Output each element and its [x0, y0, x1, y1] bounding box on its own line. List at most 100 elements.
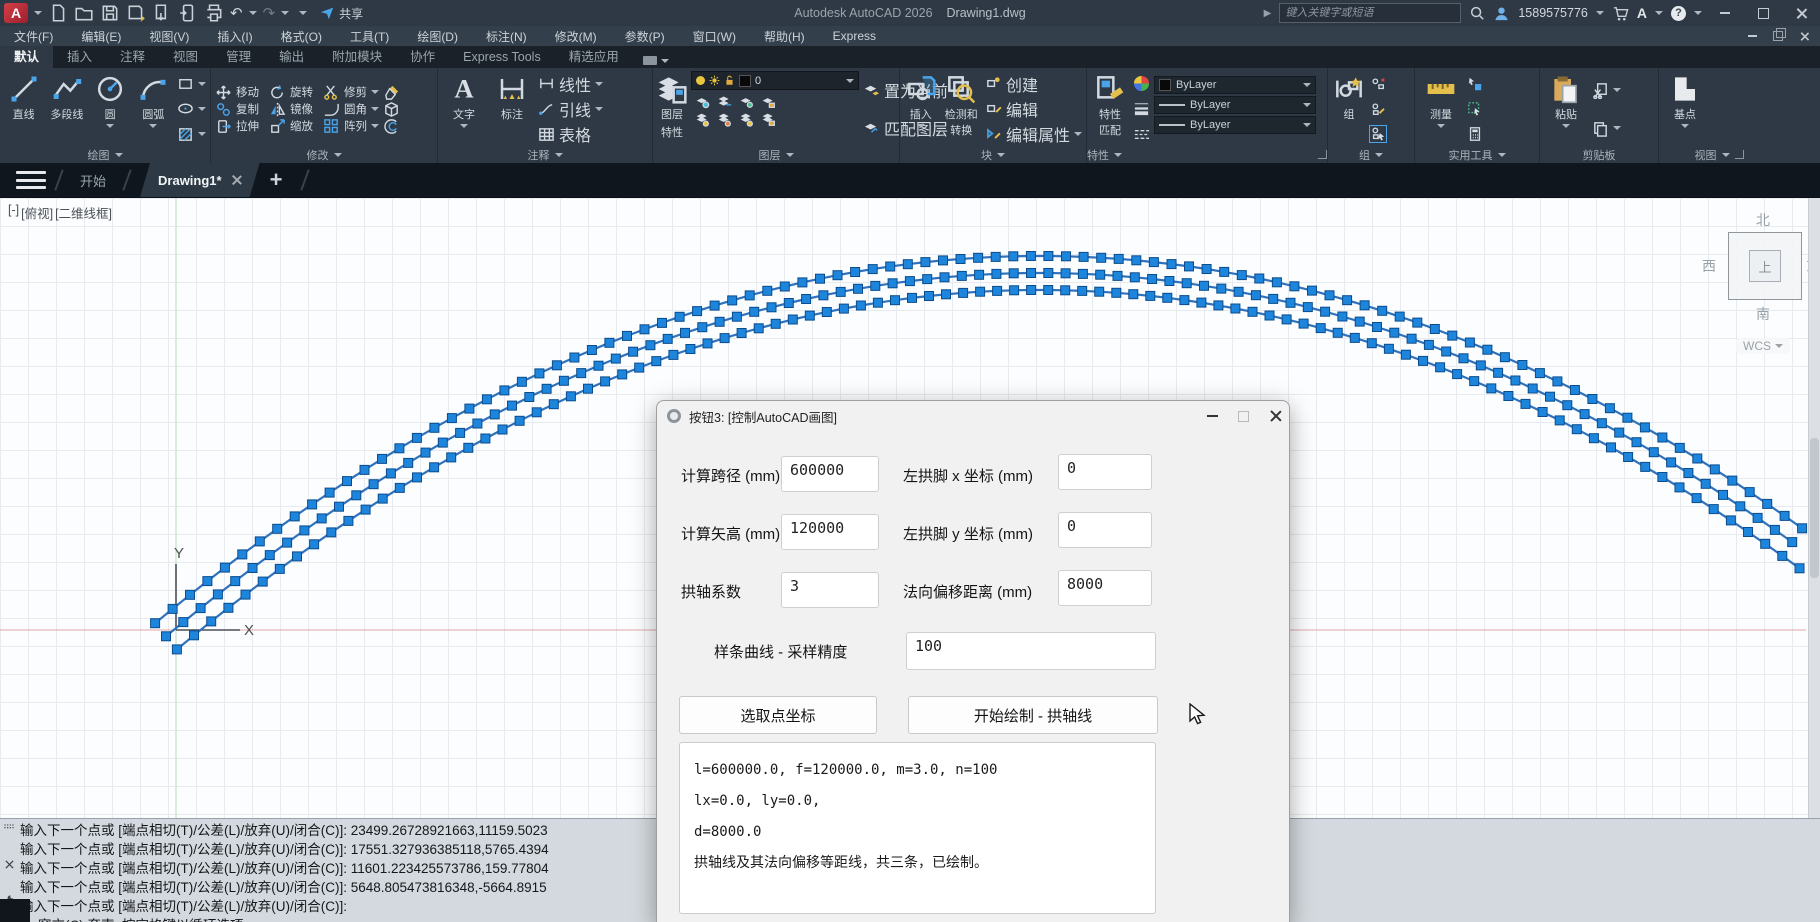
mobile-app-button[interactable] [178, 3, 198, 23]
ribbon-tab[interactable]: 精选应用 [555, 46, 633, 68]
tab-drawing1[interactable]: Drawing1* [140, 163, 260, 197]
wcs-menu[interactable]: WCS [1736, 338, 1790, 354]
copy-clip-button[interactable] [1592, 120, 1621, 137]
measure-caret-icon[interactable] [1437, 124, 1445, 128]
dialog-title-bar[interactable]: 按钮3: [控制AutoCAD画图] [657, 401, 1289, 431]
doc-minimize-button[interactable] [1748, 35, 1757, 37]
block-edit-attrs-button[interactable]: 编辑属性 [985, 122, 1082, 146]
arch-draw-dialog[interactable]: 按钮3: [控制AutoCAD画图] 计算跨径 (mm) 600000 左拱脚 … [656, 400, 1290, 922]
doc-restore-button[interactable] [1773, 31, 1783, 41]
menu-item[interactable]: 标注(N) [472, 26, 541, 46]
check-convert-button[interactable]: 检测和转换 [941, 71, 981, 147]
undo-button[interactable]: ↶ [230, 6, 243, 21]
copy-button[interactable]: 复制 [215, 101, 259, 118]
layer-thaw-button[interactable] [717, 112, 732, 127]
tab-close-icon[interactable] [232, 175, 242, 185]
dialog-output-log[interactable]: l=600000.0, f=120000.0, m=3.0, n=100lx=0… [679, 742, 1156, 914]
redo-caret-icon[interactable] [281, 11, 289, 15]
ungroup-icon[interactable] [1370, 76, 1386, 92]
insert-caret-icon[interactable] [917, 124, 925, 128]
menu-item[interactable]: 帮助(H) [750, 26, 819, 46]
panel-annotation-label[interactable]: 注释 [438, 147, 652, 163]
foot-y-input[interactable]: 0 [1058, 512, 1152, 548]
app-menu-caret-icon[interactable] [34, 11, 42, 15]
group-edit-icon[interactable] [1370, 101, 1386, 117]
ribbon-tab[interactable]: Express Tools [449, 46, 555, 68]
user-avatar-icon[interactable] [1493, 5, 1510, 22]
panel-block-label[interactable]: 块 [900, 147, 1086, 163]
panel-clipboard-label[interactable]: 剪贴板 [1540, 147, 1658, 163]
viewcube-north[interactable]: 北 [1756, 210, 1770, 230]
start-draw-button[interactable]: 开始绘制 - 拱轴线 [908, 696, 1158, 734]
autodesk-account-icon[interactable]: A [1637, 5, 1647, 21]
match-properties-button[interactable]: 特性匹配 [1091, 71, 1129, 147]
help-button[interactable]: ? [1671, 6, 1686, 21]
base-view-button[interactable]: 基点 [1663, 71, 1707, 147]
linetype-icon[interactable] [1133, 126, 1150, 143]
share-button[interactable]: 共享 [319, 5, 363, 22]
ribbon-tab[interactable]: 视图 [159, 46, 212, 68]
user-menu-caret-icon[interactable] [1596, 11, 1604, 15]
rectangle-button[interactable] [177, 75, 206, 92]
base-view-caret-icon[interactable] [1681, 124, 1689, 128]
menu-item[interactable]: 格式(O) [267, 26, 336, 46]
view-launcher-icon[interactable] [1735, 150, 1744, 159]
sampling-input[interactable]: 100 [906, 632, 1156, 670]
table-button[interactable]: 表格 [538, 122, 591, 146]
open-file-button[interactable] [74, 3, 94, 23]
panel-groups-label[interactable]: 组 [1328, 147, 1414, 163]
offset-button[interactable] [383, 118, 400, 135]
paste-caret-icon[interactable] [1562, 124, 1570, 128]
arc-button[interactable]: 圆弧 [134, 71, 173, 147]
line-button[interactable]: 直线 [4, 71, 43, 147]
lineweight-dropdown[interactable]: ByLayer [1154, 96, 1316, 114]
fillet-button[interactable]: 圆角 [323, 101, 379, 118]
offset-input[interactable]: 8000 [1058, 570, 1152, 606]
search-icon[interactable] [1469, 5, 1485, 21]
color-wheel-icon[interactable] [1133, 75, 1150, 92]
circle-button[interactable]: 圆 [91, 71, 130, 147]
trim-button[interactable]: 修剪 [323, 84, 379, 101]
pick-point-button[interactable]: 选取点坐标 [679, 696, 877, 734]
redo-button[interactable]: ↷ [263, 6, 276, 21]
ribbon-collapse-button[interactable] [643, 56, 669, 65]
viewcube-south[interactable]: 南 [1756, 304, 1770, 324]
dialog-minimize-button[interactable] [1207, 415, 1218, 417]
viewport-controls[interactable]: [-] [8, 203, 19, 222]
viewport-visualstyle-control[interactable]: [二维线框] [55, 203, 112, 222]
ribbon-tab[interactable]: 输出 [265, 46, 318, 68]
viewcube-face[interactable]: 上 [1728, 232, 1802, 300]
help-caret-icon[interactable] [1694, 11, 1702, 15]
polyline-button[interactable]: 多段线 [47, 71, 86, 147]
command-history[interactable]: 输入下一个点或 [端点相切(T)/公差(L)/放弃(U)/闭合(C)]: 234… [20, 821, 549, 922]
ellipse-button[interactable] [177, 100, 206, 117]
layer-off-button[interactable] [695, 94, 710, 109]
ribbon-tab[interactable]: 协作 [396, 46, 449, 68]
layer-isolate-button[interactable] [717, 94, 732, 109]
text-caret-icon[interactable] [460, 124, 468, 128]
panel-properties-label[interactable]: 特性 [1087, 147, 1327, 163]
undo-caret-icon[interactable] [249, 11, 257, 15]
coeff-input[interactable]: 3 [781, 572, 879, 608]
menu-item[interactable]: 文件(F) [0, 26, 67, 46]
tab-start[interactable]: 开始 [72, 171, 114, 190]
layer-on-button[interactable] [695, 112, 710, 127]
paste-button[interactable]: 粘贴 [1544, 71, 1588, 147]
block-create-button[interactable]: 创建 [985, 72, 1038, 96]
circle-caret-icon[interactable] [106, 124, 114, 128]
measure-button[interactable]: 测量 [1419, 71, 1463, 147]
layer-lock-button[interactable] [761, 94, 776, 109]
ribbon-tab[interactable]: 管理 [212, 46, 265, 68]
window-maximize-button[interactable] [1748, 0, 1778, 26]
rise-input[interactable]: 120000 [781, 514, 879, 550]
new-file-button[interactable] [48, 3, 68, 23]
scrollbar-thumb[interactable] [1810, 438, 1819, 578]
lineweight-icon[interactable] [1133, 100, 1150, 117]
layer-merge-button[interactable] [761, 112, 776, 127]
ribbon-tab[interactable]: 插入 [53, 46, 106, 68]
cut-button[interactable] [1592, 82, 1621, 99]
plot-button[interactable] [152, 3, 172, 23]
file-tab-menu-button[interactable] [16, 171, 46, 189]
save-button[interactable] [100, 3, 120, 23]
leader-button[interactable]: 引线 [538, 97, 603, 121]
